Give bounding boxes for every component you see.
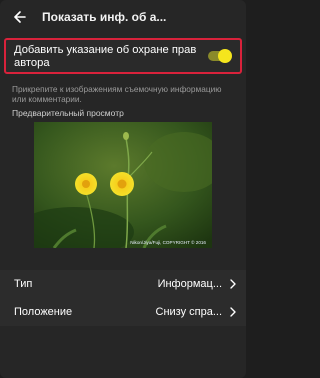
preview-image: Nikon/Jiya/Fuji, COPYRIGHT © 2016	[34, 122, 212, 248]
copyright-setting-row[interactable]: Добавить указание об охране прав автора	[4, 38, 242, 74]
preview-section-label: Предварительный просмотр	[12, 108, 124, 118]
copyright-setting-label: Добавить указание об охране прав автора	[14, 44, 197, 69]
screen: Показать инф. об а... Добавить указание …	[0, 0, 246, 378]
type-value: Информац...	[157, 278, 222, 290]
toggle-knob	[218, 49, 232, 63]
chevron-right-icon	[230, 307, 236, 317]
copyright-toggle[interactable]	[208, 49, 232, 63]
page-title: Показать инф. об а...	[42, 10, 167, 24]
app-header: Показать инф. об а...	[0, 0, 246, 34]
setting-hint: Прикрепите к изображениям съемочную инфо…	[12, 84, 222, 104]
back-button[interactable]	[6, 0, 34, 34]
chevron-right-icon	[230, 279, 236, 289]
position-label: Положение	[14, 306, 73, 318]
back-arrow-icon	[14, 11, 26, 23]
watermark-text: Nikon/Jiya/Fuji, COPYRIGHT © 2016	[130, 239, 206, 245]
flowers-photo: Nikon/Jiya/Fuji, COPYRIGHT © 2016	[34, 122, 212, 248]
position-row[interactable]: Положение Снизу спра...	[0, 298, 246, 326]
type-row[interactable]: Тип Информац...	[0, 270, 246, 298]
position-value: Снизу спра...	[155, 306, 223, 318]
type-label: Тип	[14, 278, 33, 290]
